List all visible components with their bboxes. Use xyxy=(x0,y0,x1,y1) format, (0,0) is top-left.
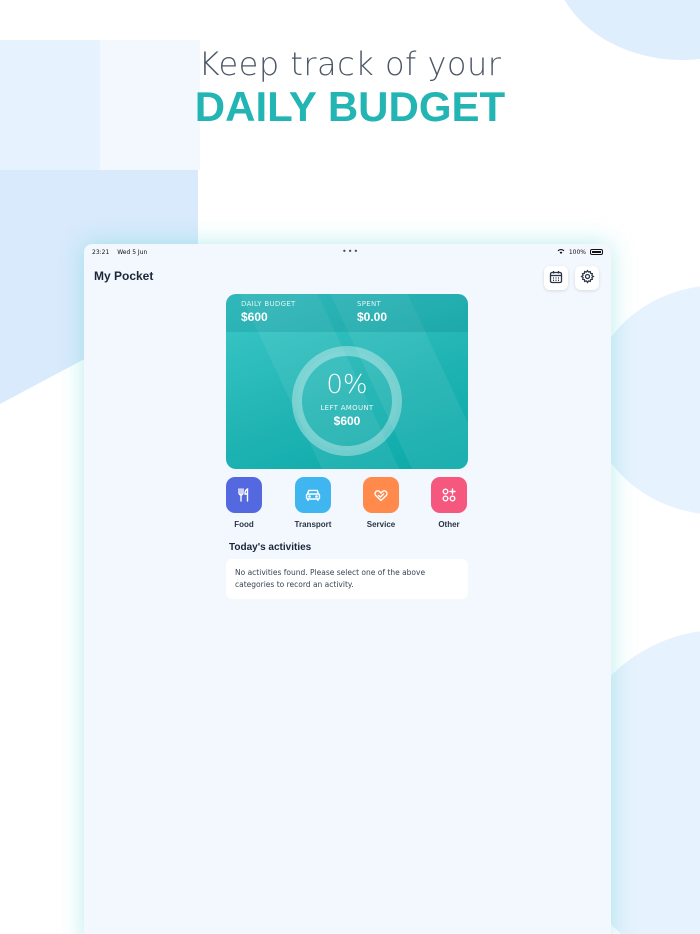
calendar-icon xyxy=(549,269,563,288)
headline-subtitle: Keep track of your xyxy=(198,45,502,83)
status-date: Wed 5 Jun xyxy=(117,248,148,256)
spent-value: $0.00 xyxy=(357,310,388,324)
category-label: Other xyxy=(438,520,460,529)
settings-button[interactable] xyxy=(575,266,599,290)
fork-knife-icon xyxy=(226,477,262,513)
budget-card[interactable]: DAILY BUDGET $600 SPENT $0.00 0% LEFT AM… xyxy=(226,294,468,469)
gear-icon xyxy=(579,268,595,288)
battery-percent: 100% xyxy=(568,248,586,256)
spent-percent: 0% xyxy=(326,370,368,400)
headline: Keep track of your DAILY BUDGET xyxy=(0,45,700,131)
category-label: Transport xyxy=(294,520,332,529)
spent-label: SPENT xyxy=(357,300,382,308)
category-other-button[interactable]: Other xyxy=(424,477,474,529)
category-label: Service xyxy=(366,520,396,529)
left-amount-label: LEFT AMOUNT xyxy=(320,404,374,412)
category-service-button[interactable]: Service xyxy=(356,477,406,529)
activities-empty-state: No activities found. Please select one o… xyxy=(226,559,468,599)
ring-summary: 0% LEFT AMOUNT $600 xyxy=(290,344,404,458)
multitask-dots-icon[interactable]: ••• xyxy=(342,247,359,256)
activities-title: Today's activities xyxy=(229,542,312,553)
car-icon xyxy=(295,477,331,513)
daily-budget-label: DAILY BUDGET xyxy=(241,300,296,308)
calendar-button[interactable] xyxy=(544,266,568,290)
category-food-button[interactable]: Food xyxy=(219,477,269,529)
app-title: My Pocket xyxy=(94,269,154,283)
hand-heart-icon xyxy=(363,477,399,513)
wifi-icon xyxy=(557,248,565,256)
status-bar: 23:21 Wed 5 Jun ••• 100% xyxy=(84,244,611,260)
left-amount-value: $600 xyxy=(333,414,361,428)
category-list: Food Transport Service Other xyxy=(226,477,468,537)
category-transport-button[interactable]: Transport xyxy=(288,477,338,529)
status-time: 23:21 xyxy=(92,248,110,256)
category-label: Food xyxy=(234,520,254,529)
app-header: My Pocket xyxy=(84,260,611,290)
daily-budget-value: $600 xyxy=(241,310,268,324)
tablet-screen: 23:21 Wed 5 Jun ••• 100% My Pocket DAILY… xyxy=(84,244,611,934)
battery-icon xyxy=(590,249,603,255)
grid-plus-icon xyxy=(431,477,467,513)
headline-title: DAILY BUDGET xyxy=(194,83,506,130)
